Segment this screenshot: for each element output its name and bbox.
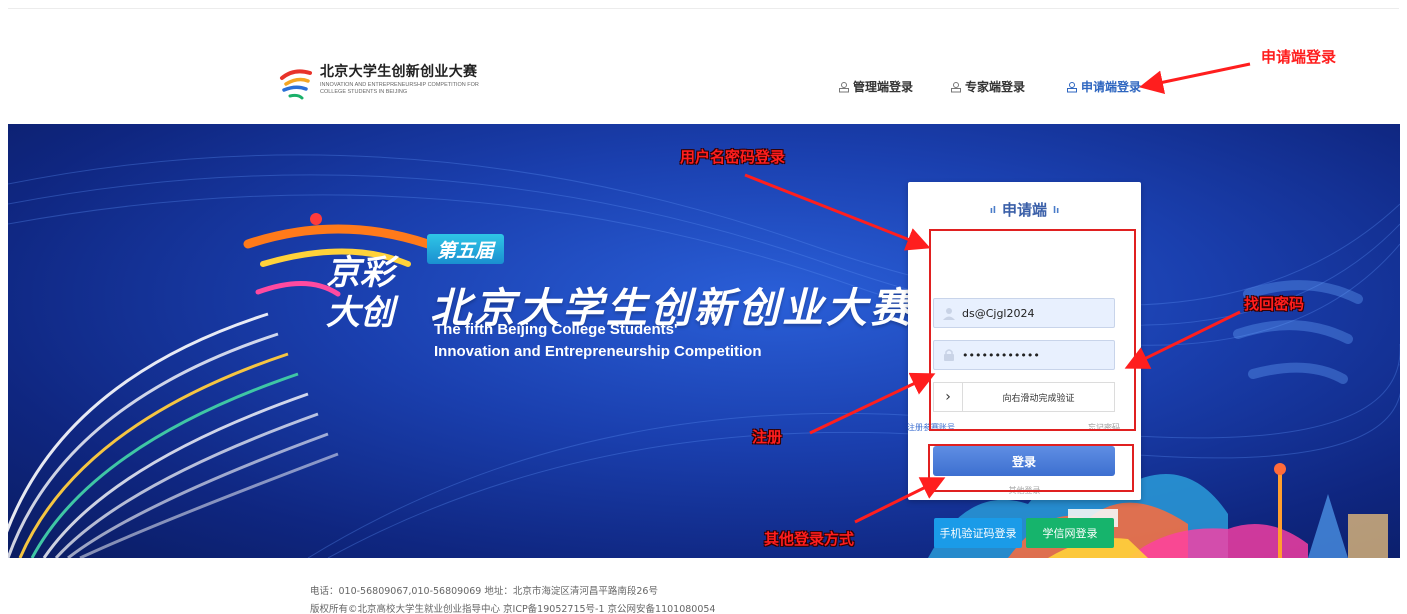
annotation-other-methods: 其他登录方式	[764, 530, 855, 548]
banner-background: 京彩 大创	[8, 154, 1400, 558]
signal-left-icon: ıl	[989, 205, 996, 216]
other-methods-highlight-box	[928, 444, 1134, 492]
login-title-text: 申请端	[1001, 201, 1047, 219]
competition-logo-icon	[280, 69, 312, 100]
user-group-icon	[1067, 81, 1077, 92]
nav-label: 专家端登录	[965, 80, 1026, 94]
top-divider	[8, 8, 1399, 9]
jingcai-logo-text: 京彩	[326, 253, 399, 293]
nav-admin-login[interactable]: 管理端登录	[838, 78, 913, 95]
annotation-register: 注册	[752, 428, 783, 446]
edition-badge: 第五届	[427, 234, 504, 264]
annotation-find-password: 找回密码	[1244, 295, 1305, 313]
nav-applicant-login[interactable]: 申请端登录	[1066, 78, 1141, 95]
hero-banner: 京彩 大创 第五届 北京大学生创新创业大赛 The fifth Beijing …	[8, 124, 1400, 558]
banner-subtitle-line1: The fifth Beijing College Students'	[434, 321, 678, 338]
site-logo[interactable]: 北京大学生创新创业大赛 INNOVATION AND ENTREPRENEURS…	[276, 64, 480, 104]
arrow-to-applicant-login	[1139, 62, 1251, 95]
logo-title: 北京大学生创新创业大赛	[320, 64, 478, 80]
banner-subtitle-line2: Innovation and Entrepreneurship Competit…	[434, 343, 762, 360]
footer-copyright: 版权所有©北京高校大学生就业创业指导中心 京ICP备19052715号-1 京公…	[310, 604, 716, 614]
svg-text:大创: 大创	[326, 293, 399, 333]
sms-login-button[interactable]: 手机验证码登录	[934, 518, 1022, 548]
login-card-title: ıl 申请端 lı	[908, 199, 1141, 220]
nav-label: 申请端登录	[1081, 80, 1142, 94]
user-group-icon	[839, 81, 849, 92]
user-group-icon	[951, 81, 961, 92]
page: 北京大学生创新创业大赛 INNOVATION AND ENTREPRENEURS…	[0, 0, 1407, 614]
xuexin-login-button[interactable]: 学信网登录	[1026, 518, 1114, 548]
credentials-highlight-box	[929, 229, 1136, 431]
logo-subtitle: INNOVATION AND ENTREPRENEURSHIP COMPETIT…	[320, 82, 479, 95]
annotation-applicant-login: 申请端登录	[1261, 48, 1337, 66]
nav-expert-login[interactable]: 专家端登录	[950, 78, 1025, 95]
signal-right-icon: lı	[1053, 205, 1060, 216]
footer-contact: 电话：010-56809067,010-56809069 地址：北京市海淀区清河…	[310, 586, 658, 597]
annotation-password-login: 用户名密码登录	[680, 148, 786, 166]
nav-label: 管理端登录	[853, 80, 914, 94]
